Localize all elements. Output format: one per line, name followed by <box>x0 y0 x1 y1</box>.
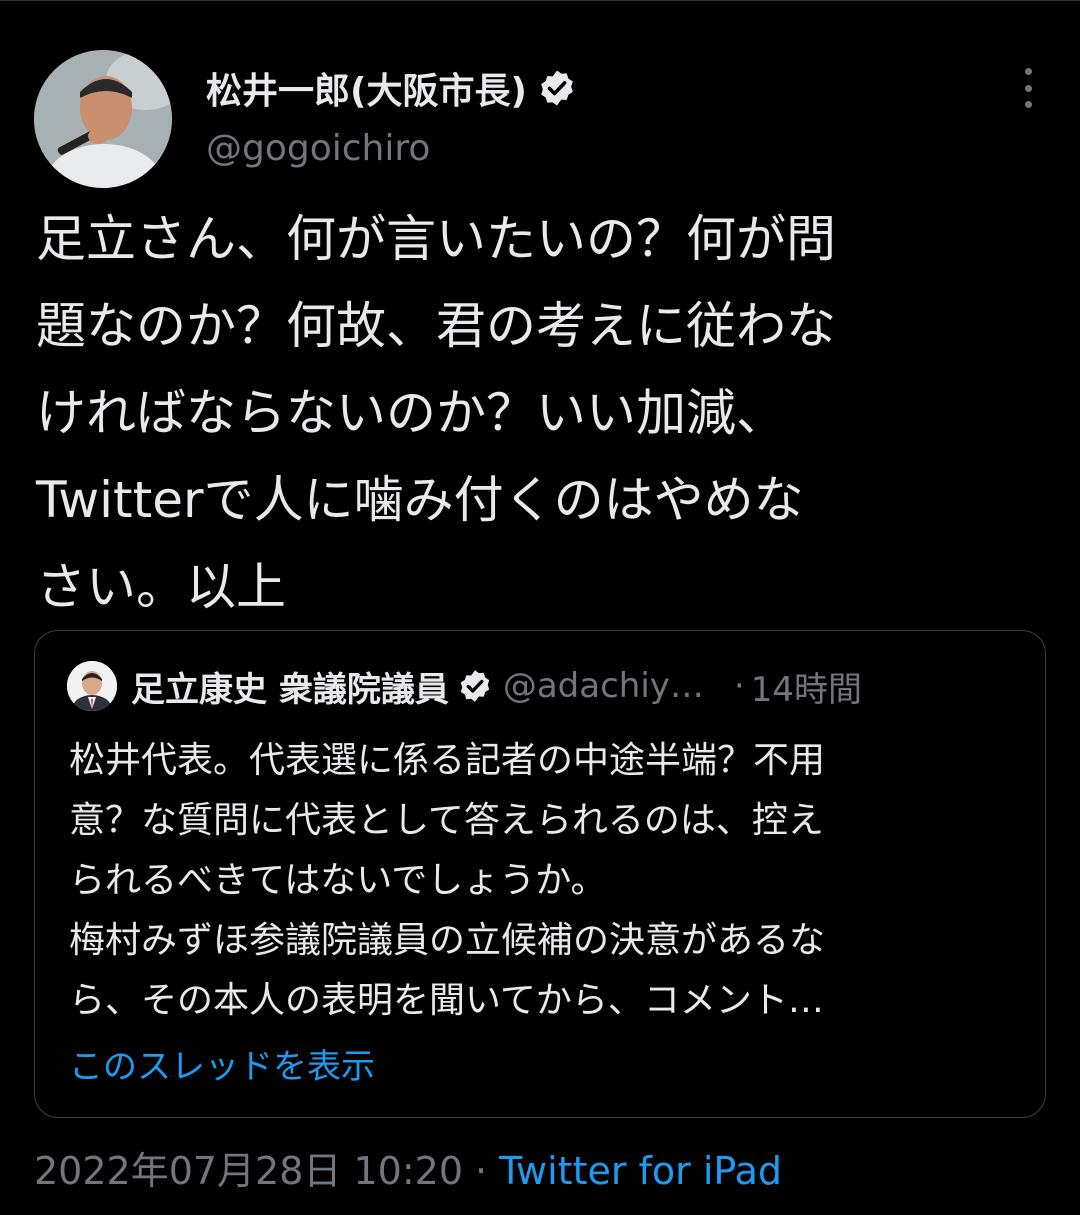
quoted-tweet-card[interactable]: 足立康史 衆議院議員 @adachiy… · 14時間 松井代表。代表選に係る記… <box>34 630 1046 1118</box>
author-avatar[interactable] <box>34 50 172 188</box>
tweet-source-link[interactable]: Twitter for iPad <box>499 1149 782 1193</box>
quoted-verified-badge-icon <box>460 670 490 702</box>
tweet-metadata: 2022年07月28日 10:20 · Twitter for iPad <box>34 1140 782 1195</box>
quoted-relative-time: 14時間 <box>750 669 862 710</box>
more-options-icon[interactable] <box>1010 68 1046 108</box>
quoted-tweet-text: 松井代表。代表選に係る記者の中途半端？不用 意？な質問に代表として答えられるのは… <box>69 740 826 1021</box>
tweet-timestamp[interactable]: 2022年07月28日 10:20 <box>34 1149 463 1193</box>
metadata-separator: · <box>475 1149 488 1193</box>
quoted-author-avatar <box>67 661 117 711</box>
quoted-avatar-photo <box>67 661 117 711</box>
top-divider <box>0 0 1080 1</box>
author-display-name[interactable]: 松井一郎(大阪市長) <box>206 62 527 114</box>
show-thread-link[interactable]: このスレッドを表示 <box>69 1039 375 1088</box>
quoted-time-separator: · <box>733 666 745 706</box>
author-avatar-photo <box>34 50 172 188</box>
more-dot <box>1024 84 1032 92</box>
author-handle[interactable]: @gogoichiro <box>206 128 430 169</box>
quoted-author-name: 足立康史 衆議院議員 <box>131 669 449 710</box>
verified-badge-icon <box>541 70 573 106</box>
more-dot <box>1024 101 1032 108</box>
tweet-text: 足立さん、何が言いたいの？何が問 題なのか？何故、君の考えに従わな ければならな… <box>36 210 836 616</box>
more-dot <box>1024 68 1032 75</box>
author-name-row: 松井一郎(大阪市長) <box>206 62 577 114</box>
quoted-author-handle: @adachiy… <box>502 666 704 706</box>
quoted-tweet-header: 足立康史 衆議院議員 @adachiy… · 14時間 <box>67 661 1027 711</box>
